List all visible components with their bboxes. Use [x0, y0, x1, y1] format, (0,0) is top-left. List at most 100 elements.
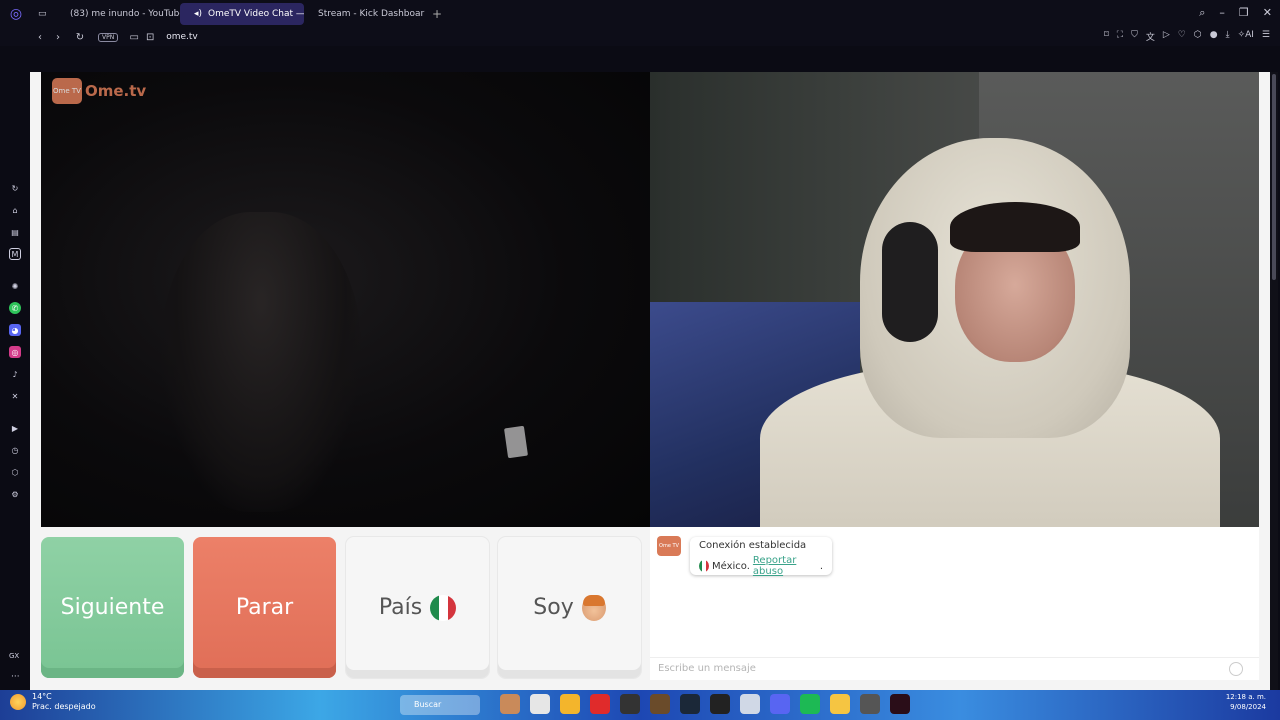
- page-scrollbar[interactable]: [1270, 72, 1278, 690]
- epic-icon[interactable]: [710, 694, 730, 714]
- menu-icon[interactable]: ☰: [1262, 30, 1270, 43]
- calculator-icon[interactable]: [860, 694, 880, 714]
- extension-icons: ⌑ ⛶ ⛉ 文 ▷ ♡ ⬡ ● ⤓ ✧AI ☰: [1104, 30, 1270, 43]
- mexico-flag-icon: [430, 594, 457, 621]
- scrollbar-thumb[interactable]: [1272, 74, 1276, 280]
- new-tab-button[interactable]: +: [432, 7, 442, 21]
- message-placeholder: Escribe un mensaje: [658, 663, 756, 674]
- emoji-icon[interactable]: [1229, 662, 1243, 676]
- weather-description: Prac. despejado: [32, 702, 96, 711]
- gamepad-icon[interactable]: ▤: [9, 226, 21, 238]
- tab-bar: ◎ ▭ (83) me inundo - YouTube ◂) OmeTV Vi…: [0, 0, 1280, 28]
- gender-button[interactable]: Soy: [498, 537, 641, 678]
- app-icon[interactable]: [560, 694, 580, 714]
- maximize-icon[interactable]: ❐: [1239, 6, 1249, 20]
- player-icon[interactable]: ▶: [9, 422, 21, 434]
- url-field[interactable]: ome.tv: [166, 32, 198, 42]
- country-line: México. Reportar abuso.: [699, 555, 823, 577]
- headphones-icon: [882, 222, 938, 342]
- weather-sun-icon: [10, 694, 26, 710]
- tiktok-icon[interactable]: ♪: [9, 368, 21, 380]
- system-message: Conexión establecida México. Reportar ab…: [690, 537, 832, 577]
- shield-icon[interactable]: ⛉: [1131, 30, 1138, 43]
- profile-icon[interactable]: ●: [1210, 30, 1218, 43]
- m-icon[interactable]: M: [9, 248, 21, 260]
- phone-light: [504, 425, 528, 459]
- app-icon[interactable]: [620, 694, 640, 714]
- chat-ometv-icon: Ome TV: [657, 536, 681, 556]
- app-icon[interactable]: [740, 694, 760, 714]
- lock-icon[interactable]: ⊡: [144, 32, 156, 43]
- chatgpt-icon[interactable]: ✺: [9, 280, 21, 292]
- whatsapp-icon[interactable]: ✆: [9, 302, 21, 314]
- window-controls: ⌕ – ❐ ✕: [1199, 6, 1272, 20]
- instagram-icon[interactable]: ◎: [9, 346, 21, 358]
- folder-icon[interactable]: [830, 694, 850, 714]
- weather-widget[interactable]: 14°C Prac. despejado: [10, 692, 96, 712]
- report-abuse-link[interactable]: Reportar abuso: [753, 555, 817, 577]
- extensions-icon[interactable]: ⬡: [1194, 30, 1202, 43]
- connection-status: Conexión establecida: [699, 540, 807, 551]
- translate-icon[interactable]: 文: [1146, 30, 1155, 43]
- x-twitter-icon[interactable]: ✕: [9, 390, 21, 402]
- message-input[interactable]: Escribe un mensaje: [650, 657, 1259, 679]
- vpn-badge[interactable]: VPN: [98, 32, 119, 42]
- camera-icon[interactable]: ▭: [128, 32, 140, 43]
- opera-gx-logo-icon[interactable]: ◎: [0, 6, 32, 22]
- opera-gx-task-icon[interactable]: [890, 694, 910, 714]
- history-icon[interactable]: ◷: [9, 444, 21, 456]
- more-icon[interactable]: ···: [11, 672, 20, 682]
- forward-icon[interactable]: ›: [52, 32, 64, 43]
- refresh-sidebar-icon[interactable]: ↻: [9, 182, 21, 194]
- app-icon[interactable]: [650, 694, 670, 714]
- stranger-country: México.: [712, 560, 750, 572]
- ometv-logo-text: Ome.tv: [85, 82, 147, 100]
- snapshot-icon[interactable]: ⛶: [1117, 30, 1123, 43]
- stranger-video: [41, 72, 650, 527]
- extensions-sidebar-icon[interactable]: ⬡: [9, 466, 21, 478]
- stop-button[interactable]: Parar: [193, 537, 336, 678]
- reload-icon[interactable]: ↻: [74, 32, 86, 43]
- close-icon[interactable]: ✕: [1263, 6, 1272, 20]
- search-icon[interactable]: ⌕: [1199, 6, 1205, 20]
- tab-youtube-label: (83) me inundo - YouTube: [70, 9, 180, 19]
- discord-task-icon[interactable]: [770, 694, 790, 714]
- taskbar-clock[interactable]: 12:18 a. m. 9/08/2024: [1226, 692, 1266, 712]
- date: 9/08/2024: [1230, 703, 1266, 711]
- next-button[interactable]: Siguiente: [41, 537, 184, 678]
- taskbar-search[interactable]: Buscar: [400, 695, 480, 715]
- ometv-logo[interactable]: Ome TV Ome.tv: [52, 78, 146, 104]
- gx-label[interactable]: GX: [9, 652, 19, 660]
- next-label: Siguiente: [60, 595, 165, 620]
- tab-kick-label: Stream - Kick Dashboar: [318, 9, 425, 19]
- spotify-icon[interactable]: [800, 694, 820, 714]
- boy-emoji-icon: [581, 594, 606, 621]
- download-icon[interactable]: ⤓: [1226, 30, 1230, 43]
- stranger-silhouette: [161, 212, 361, 512]
- country-button[interactable]: País: [346, 537, 489, 678]
- bookmark-icon[interactable]: ⌑: [1104, 30, 1109, 43]
- ai-label: AI: [1245, 30, 1254, 40]
- self-video: [650, 72, 1259, 527]
- stop-label: Parar: [235, 595, 294, 620]
- bag-icon[interactable]: ⌂: [9, 204, 21, 216]
- gender-label: Soy: [533, 595, 574, 620]
- play-icon[interactable]: ▷: [1163, 30, 1170, 43]
- steam-icon[interactable]: [680, 694, 700, 714]
- tab-ometv[interactable]: ◂) OmeTV Video Chat —: [180, 3, 304, 25]
- app-icon[interactable]: [500, 694, 520, 714]
- tab-kick[interactable]: Stream - Kick Dashboar: [304, 3, 428, 25]
- ometv-tv-icon: Ome TV: [52, 78, 82, 104]
- app-icon[interactable]: [590, 694, 610, 714]
- ai-button[interactable]: ✧AI: [1238, 30, 1254, 43]
- settings-icon[interactable]: ⚙: [9, 488, 21, 500]
- minimize-icon[interactable]: –: [1219, 6, 1225, 20]
- workspace-icon[interactable]: ▭: [32, 3, 56, 25]
- hair: [950, 202, 1080, 252]
- heart-icon[interactable]: ♡: [1178, 30, 1186, 43]
- address-bar: ‹ › ↻ VPN ▭ ⊡ ome.tv ⌑ ⛶ ⛉ 文 ▷ ♡ ⬡ ● ⤓ ✧…: [0, 28, 1280, 46]
- back-icon[interactable]: ‹: [34, 32, 46, 43]
- discord-icon[interactable]: ◕: [9, 324, 21, 336]
- app-icon[interactable]: [530, 694, 550, 714]
- tab-youtube[interactable]: (83) me inundo - YouTube: [56, 3, 180, 25]
